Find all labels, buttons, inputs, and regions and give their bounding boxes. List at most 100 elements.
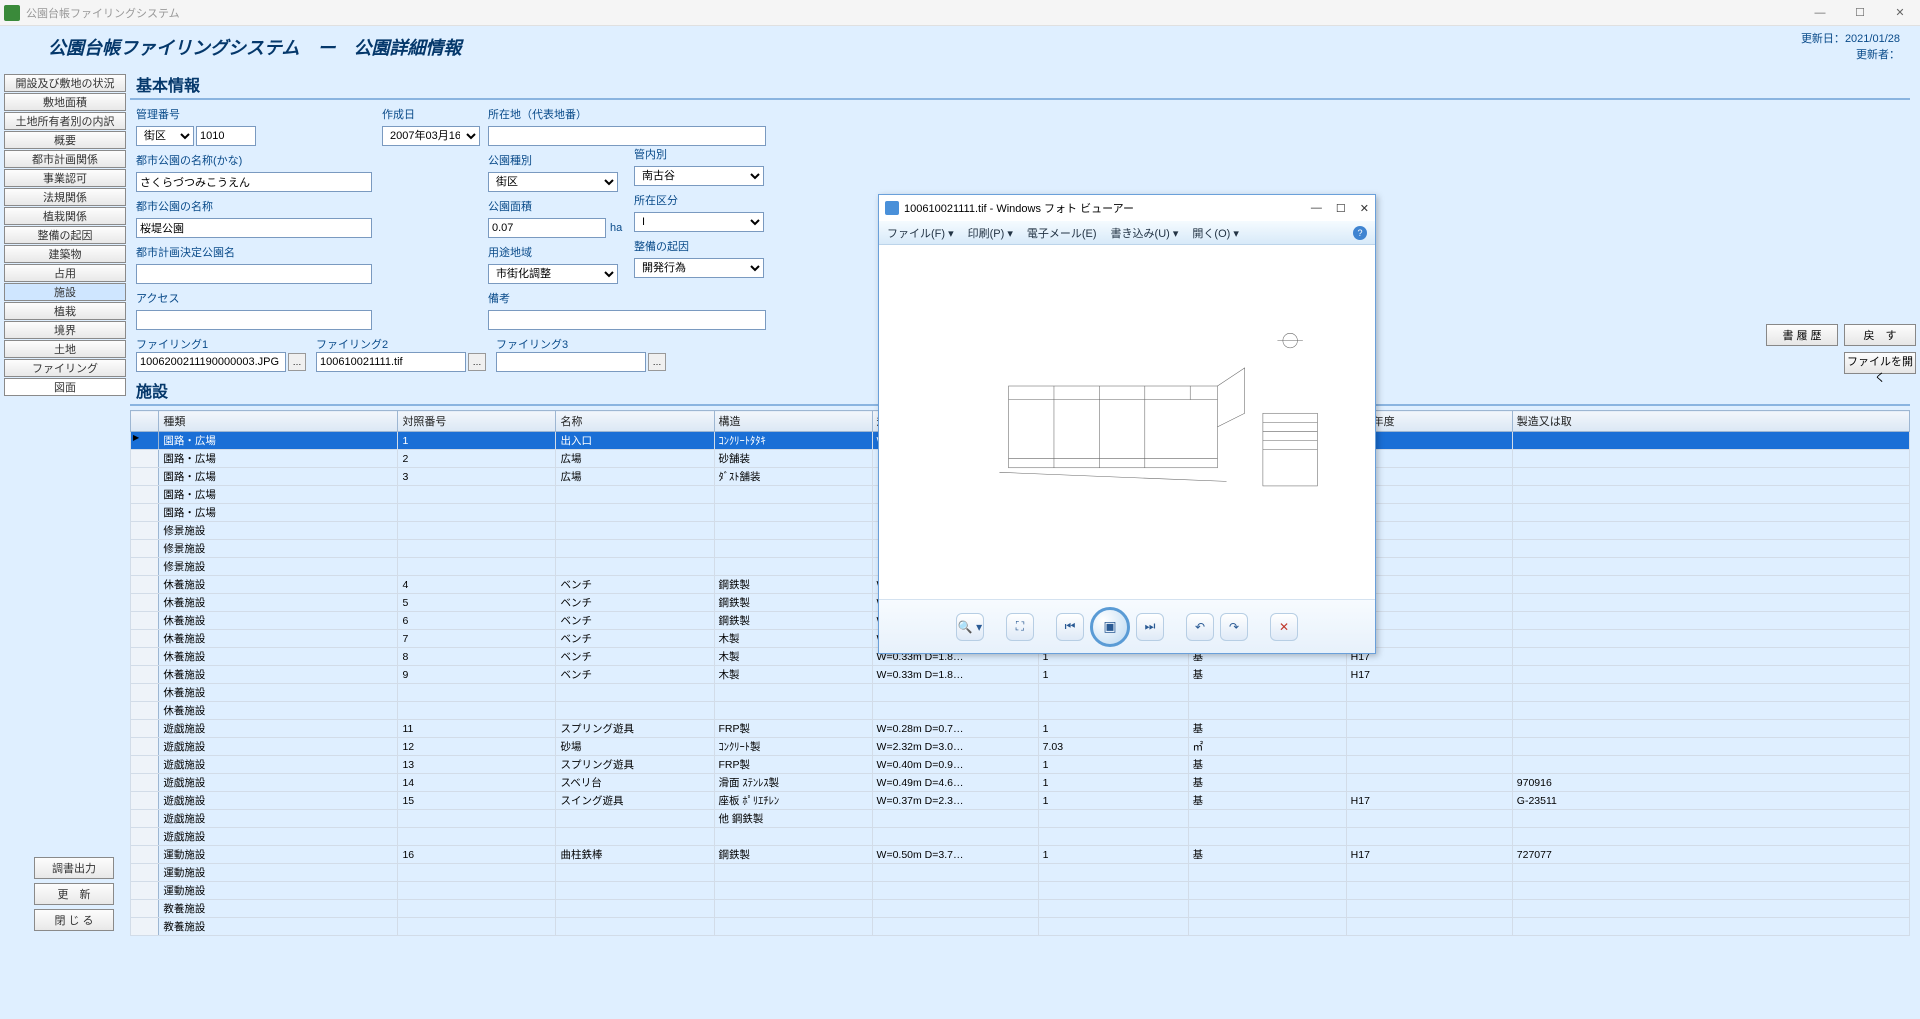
table-row[interactable]: 遊戯施設15スイング遊具座板 ﾎﾟﾘｴﾁﾚﾝW=0.37m D=2.3…1基H1… [131, 792, 1910, 810]
filing2-input[interactable] [316, 352, 466, 372]
planname-label: 都市計画決定公園名 [136, 244, 376, 260]
created-input[interactable]: 2007年03月16日 [382, 126, 480, 146]
sidebar-item-2[interactable]: 土地所有者別の内訳 [4, 112, 126, 130]
table-row[interactable]: 教養施設 [131, 900, 1910, 918]
sidebar-item-10[interactable]: 占用 [4, 264, 126, 282]
next-icon[interactable]: ⏭ [1136, 613, 1164, 641]
sidebar-item-9[interactable]: 建築物 [4, 245, 126, 263]
col-1[interactable]: 対照番号 [398, 411, 556, 432]
table-row[interactable]: 運動施設 [131, 864, 1910, 882]
filing1-browse[interactable]: … [288, 353, 306, 371]
sidebar-item-16[interactable]: 図面 [4, 378, 126, 396]
filing3-browse[interactable]: … [648, 353, 666, 371]
app-title: 公園台帳ファイリングシステム [26, 5, 180, 21]
filing2-label: ファイリング2 [316, 336, 486, 352]
col-8[interactable]: 製造又は取 [1512, 411, 1909, 432]
viewer-min[interactable]: — [1311, 202, 1322, 215]
access-input[interactable] [136, 310, 372, 330]
note-label: 備考 [488, 290, 628, 306]
app-titlebar: 公園台帳ファイリングシステム — ☐ ✕ [0, 0, 1920, 26]
col-0[interactable]: 種類 [159, 411, 398, 432]
back-button[interactable]: 戻 す [1844, 324, 1916, 346]
filing3-input[interactable] [496, 352, 646, 372]
cause-sel[interactable]: 開発行為 [634, 258, 764, 278]
play-icon[interactable]: ▣ [1090, 607, 1130, 647]
sidebar-item-15[interactable]: ファイリング [4, 359, 126, 377]
help-icon[interactable]: ? [1353, 226, 1367, 240]
type-sel[interactable]: 街区 [488, 172, 618, 192]
name-label: 都市公園の名称 [136, 198, 376, 214]
close-button[interactable]: ✕ [1880, 0, 1920, 26]
table-row[interactable]: 運動施設 [131, 882, 1910, 900]
filing1-input[interactable] [136, 352, 286, 372]
fit-icon[interactable]: ⛶ [1006, 613, 1034, 641]
updated-value: 2021/01/28 [1845, 33, 1900, 45]
sidebar-item-0[interactable]: 開設及び敷地の状況 [4, 74, 126, 92]
viewer-menu-3[interactable]: 書き込み(U) ▾ [1111, 225, 1179, 241]
updater-label: 更新者： [1856, 49, 1900, 61]
loc-label: 所在地（代表地番） [488, 106, 628, 122]
filing3-label: ファイリング3 [496, 336, 666, 352]
cause-label: 整備の起因 [634, 238, 774, 254]
zoom-out-icon[interactable]: 🔍 ▾ [956, 613, 984, 641]
sidebar-item-3[interactable]: 概要 [4, 131, 126, 149]
maximize-button[interactable]: ☐ [1840, 0, 1880, 26]
table-row[interactable]: 休養施設 [131, 684, 1910, 702]
prev-icon[interactable]: ⏮ [1056, 613, 1084, 641]
sidebar-item-11[interactable]: 施設 [4, 283, 126, 301]
history-button[interactable]: 書 履 歴 [1766, 324, 1838, 346]
table-row[interactable]: 遊戯施設13スプリング遊具FRP製W=0.40m D=0.9…1基 [131, 756, 1910, 774]
viewer-title: 100610021111.tif - Windows フォト ビューアー [904, 200, 1134, 216]
created-label: 作成日 [382, 106, 482, 122]
rotate-cw-icon[interactable]: ↷ [1220, 613, 1248, 641]
filing2-browse[interactable]: … [468, 353, 486, 371]
planname-input[interactable] [136, 264, 372, 284]
sidebar-item-5[interactable]: 事業認可 [4, 169, 126, 187]
viewer-menu-0[interactable]: ファイル(F) ▾ [887, 225, 954, 241]
viewer-menu-2[interactable]: 電子メール(E) [1027, 225, 1097, 241]
area-input[interactable] [488, 218, 606, 238]
sidebar-item-12[interactable]: 植栽 [4, 302, 126, 320]
photo-viewer-window: 100610021111.tif - Windows フォト ビューアー — ☐… [878, 194, 1376, 654]
name-input[interactable] [136, 218, 372, 238]
bottom-btn-2[interactable]: 閉 じ る [34, 909, 114, 931]
sidebar-item-8[interactable]: 整備の起因 [4, 226, 126, 244]
viewer-close[interactable]: ✕ [1360, 202, 1369, 215]
col-3[interactable]: 構造 [714, 411, 872, 432]
viewer-menu-4[interactable]: 開く(O) ▾ [1192, 225, 1238, 241]
table-row[interactable]: 遊戯施設12砂場ｺﾝｸﾘｰﾄ製W=2.32m D=3.0…7.03㎡ [131, 738, 1910, 756]
table-row[interactable]: 運動施設16曲柱鉄棒鋼鉄製W=0.50m D=3.7…1基H17727077 [131, 846, 1910, 864]
minimize-button[interactable]: — [1800, 0, 1840, 26]
sidebar-item-14[interactable]: 土地 [4, 340, 126, 358]
viewer-icon [885, 201, 899, 215]
table-row[interactable]: 休養施設9ベンチ木製W=0.33m D=1.8…1基H17 [131, 666, 1910, 684]
sidebar-item-6[interactable]: 法規関係 [4, 188, 126, 206]
rotate-ccw-icon[interactable]: ↶ [1186, 613, 1214, 641]
drawing-image [904, 277, 1349, 568]
table-row[interactable]: 遊戯施設14スベリ台滑面 ｽﾃﾝﾚｽ製W=0.49m D=4.6…1基97091… [131, 774, 1910, 792]
table-row[interactable]: 休養施設 [131, 702, 1910, 720]
kana-input[interactable] [136, 172, 372, 192]
sidebar-item-13[interactable]: 境界 [4, 321, 126, 339]
usezone-sel[interactable]: 市街化調整 [488, 264, 618, 284]
sidebar-item-7[interactable]: 植栽関係 [4, 207, 126, 225]
open-file-button[interactable]: ファイルを開く [1844, 352, 1916, 374]
locclass-sel[interactable]: I [634, 212, 764, 232]
bottom-btn-0[interactable]: 調書出力 [34, 857, 114, 879]
col-2[interactable]: 名称 [556, 411, 714, 432]
juris-label: 管内別 [634, 146, 774, 162]
updated-label: 更新日： [1801, 33, 1845, 45]
viewer-menu-1[interactable]: 印刷(P) ▾ [968, 225, 1013, 241]
viewer-max[interactable]: ☐ [1336, 202, 1346, 215]
table-row[interactable]: 遊戯施設 [131, 828, 1910, 846]
mgmt-no-input[interactable] [196, 126, 256, 146]
table-row[interactable]: 遊戯施設他 鋼鉄製 [131, 810, 1910, 828]
table-row[interactable]: 教養施設 [131, 918, 1910, 936]
bottom-btn-1[interactable]: 更 新 [34, 883, 114, 905]
table-row[interactable]: 遊戯施設11スプリング遊具FRP製W=0.28m D=0.7…1基 [131, 720, 1910, 738]
juris-sel[interactable]: 南古谷 [634, 166, 764, 186]
sidebar-item-4[interactable]: 都市計画関係 [4, 150, 126, 168]
sidebar-item-1[interactable]: 敷地面積 [4, 93, 126, 111]
mgmt-sel[interactable]: 街区 [136, 126, 194, 146]
delete-icon[interactable]: ✕ [1270, 613, 1298, 641]
